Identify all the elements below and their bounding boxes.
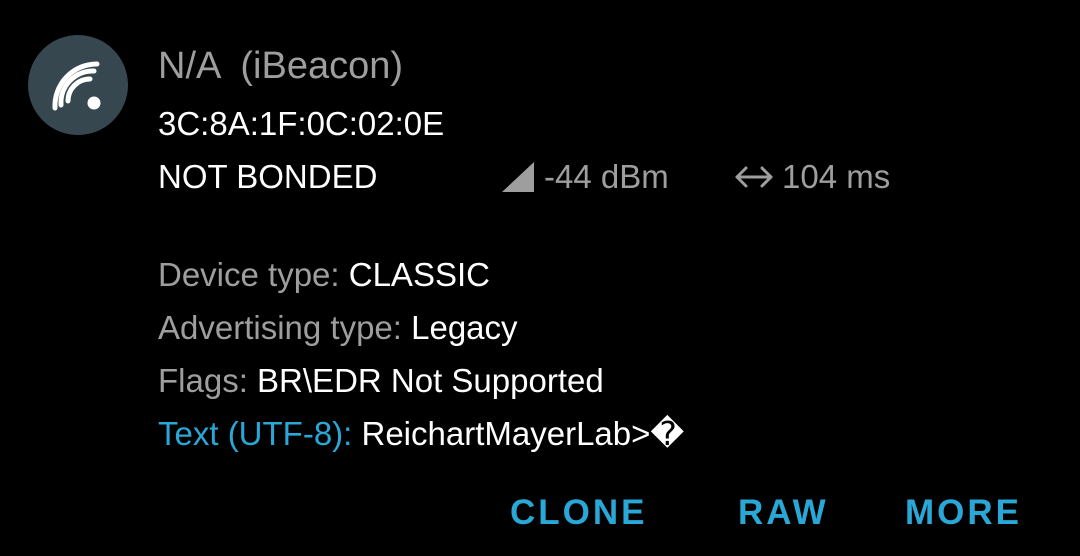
device-avatar <box>28 35 128 135</box>
status-row: NOT BONDED -44 dBm 104 ms <box>158 155 1058 199</box>
device-type-label: Device type: <box>158 256 349 293</box>
device-card[interactable]: N/A (iBeacon) 3C:8A:1F:0C:02:0E NOT BOND… <box>0 0 1080 556</box>
bond-state: NOT BONDED <box>158 158 378 195</box>
device-type-line: Device type: CLASSIC <box>158 248 684 301</box>
flags-label: Flags: <box>158 362 258 399</box>
flags-line: Flags: BR\EDR Not Supported <box>158 354 684 407</box>
rssi-readout: -44 dBm <box>500 155 669 199</box>
flags-value: BR\EDR Not Supported <box>257 362 604 399</box>
device-name-row: N/A (iBeacon) <box>158 42 403 90</box>
text-utf8-line[interactable]: Text (UTF-8): ReichartMayerLab>� <box>158 407 684 460</box>
adv-type-value: Legacy <box>411 309 518 346</box>
interval-value: 104 ms <box>782 158 891 195</box>
text-utf8-value: ReichartMayerLab>� <box>361 415 685 452</box>
adv-type-line: Advertising type: Legacy <box>158 301 684 354</box>
device-name: N/A <box>158 45 220 87</box>
more-button[interactable]: MORE <box>905 488 1022 538</box>
signal-strength-icon <box>502 162 534 192</box>
interval-readout: 104 ms <box>734 155 890 199</box>
device-details: Device type: CLASSIC Advertising type: L… <box>158 248 684 460</box>
raw-button[interactable]: RAW <box>738 488 829 538</box>
device-type-value: CLASSIC <box>348 256 490 293</box>
adv-type-label: Advertising type: <box>158 309 412 346</box>
interval-arrows-icon <box>735 166 773 188</box>
text-utf8-label[interactable]: Text (UTF-8): <box>158 415 362 452</box>
mac-address: 3C:8A:1F:0C:02:0E <box>158 105 445 142</box>
clone-button[interactable]: CLONE <box>510 488 648 538</box>
rssi-value: -44 dBm <box>544 158 669 195</box>
action-bar: CLONE RAW MORE <box>0 488 1080 538</box>
signal-broadcast-icon <box>52 61 101 111</box>
beacon-type: (iBeacon) <box>240 45 404 87</box>
